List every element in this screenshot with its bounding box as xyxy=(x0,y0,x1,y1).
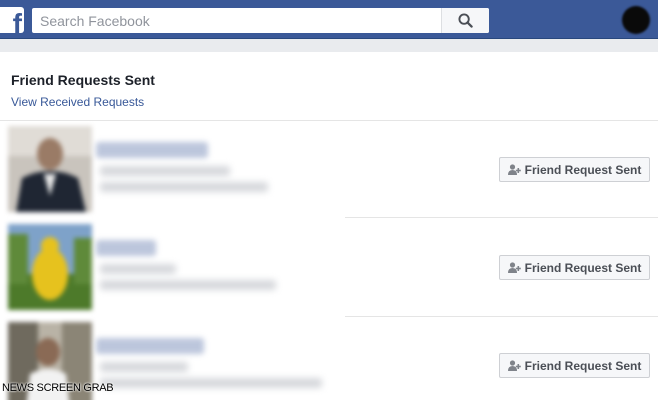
blurred-name[interactable] xyxy=(96,240,156,256)
profile-avatar[interactable] xyxy=(622,6,650,34)
search-input[interactable] xyxy=(32,8,441,33)
facebook-logo[interactable]: f xyxy=(0,7,24,33)
list-item: Friend Request Sent xyxy=(0,218,658,317)
sub-bar xyxy=(0,38,658,52)
friend-request-sent-button[interactable]: Friend Request Sent xyxy=(499,353,650,378)
blurred-info xyxy=(100,182,268,192)
page-header: Friend Requests Sent View Received Reque… xyxy=(11,72,155,109)
blurred-info xyxy=(100,264,176,274)
blurred-info xyxy=(100,280,276,290)
search-box xyxy=(32,8,489,33)
user-added-icon xyxy=(507,262,521,273)
search-icon xyxy=(458,13,473,28)
friend-request-sent-button[interactable]: Friend Request Sent xyxy=(499,157,650,182)
profile-photo[interactable] xyxy=(8,126,92,212)
blurred-name[interactable] xyxy=(96,338,204,354)
button-label: Friend Request Sent xyxy=(524,162,642,177)
page-title: Friend Requests Sent xyxy=(11,72,155,88)
blurred-info xyxy=(100,362,188,372)
facebook-logo-letter: f xyxy=(12,8,22,34)
friend-request-sent-button[interactable]: Friend Request Sent xyxy=(499,255,650,280)
button-label: Friend Request Sent xyxy=(524,260,642,275)
profile-photo[interactable] xyxy=(8,224,92,310)
user-added-icon xyxy=(507,360,521,371)
blurred-info xyxy=(100,378,322,388)
view-received-requests-link[interactable]: View Received Requests xyxy=(11,95,155,109)
user-added-icon xyxy=(507,164,521,175)
search-button[interactable] xyxy=(441,8,489,33)
button-label: Friend Request Sent xyxy=(524,358,642,373)
top-bar: f xyxy=(0,0,658,38)
blurred-info xyxy=(100,166,230,176)
list-item: Friend Request Sent xyxy=(0,120,658,218)
watermark: NEWS SCREEN GRAB xyxy=(2,382,114,394)
blurred-name[interactable] xyxy=(96,142,208,158)
